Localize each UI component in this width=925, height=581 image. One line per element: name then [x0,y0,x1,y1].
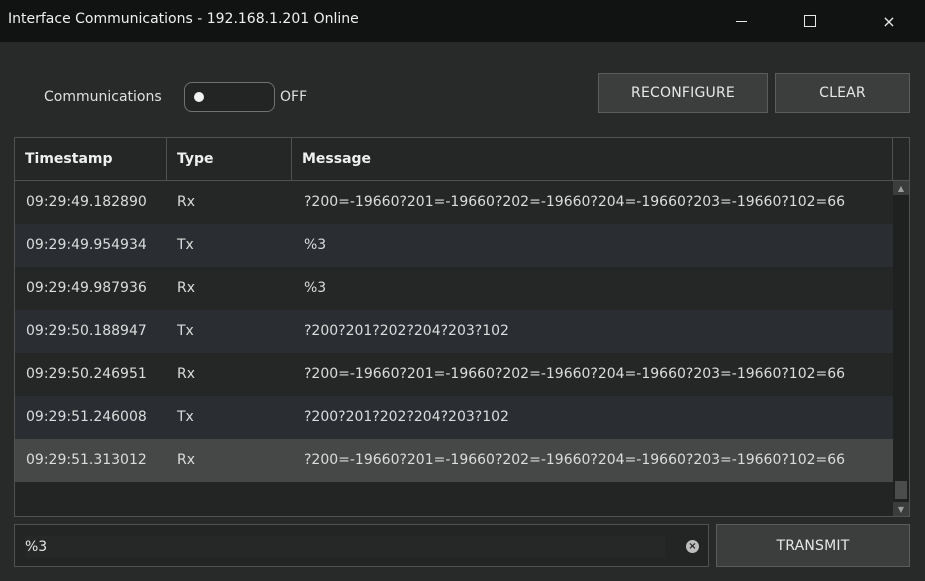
scrollbar-thumb[interactable] [895,481,907,499]
title-bar: Interface Communications - 192.168.1.201… [0,0,925,42]
header-corner [893,138,909,181]
vertical-scrollbar[interactable]: ▲ ▼ [893,181,909,516]
message-cell: ?200?201?202?204?203?102 [304,409,509,425]
table-body: 09:29:49.182890 Rx ?200=-19660?201=-1966… [15,181,893,482]
type-cell: Rx [177,452,196,468]
message-cell: ?200?201?202?204?203?102 [304,323,509,339]
timestamp-cell: 09:29:49.182890 [26,194,147,210]
communications-label: Communications [44,89,162,105]
message-cell: ?200=-19660?201=-19660?202=-19660?204=-1… [304,366,846,382]
column-header-type[interactable]: Type [166,138,291,180]
table-row[interactable]: 09:29:49.987936 Rx %3 [15,267,893,310]
close-button[interactable]: × [866,0,912,42]
column-header-message[interactable]: Message [291,138,893,180]
message-cell: %3 [304,237,327,253]
type-cell: Tx [177,409,194,425]
timestamp-cell: 09:29:50.246951 [26,366,147,382]
table-row-selected[interactable]: 09:29:51.313012 Rx ?200=-19660?201=-1966… [15,439,893,482]
table-row[interactable]: 09:29:50.188947 Tx ?200?201?202?204?203?… [15,310,893,353]
message-input-container: × [14,524,709,567]
maximize-button[interactable] [787,0,833,42]
table-row[interactable]: 09:29:49.182890 Rx ?200=-19660?201=-1966… [15,181,893,224]
minimize-icon [735,20,747,22]
type-cell: Rx [177,280,196,296]
clear-input-icon[interactable]: × [686,540,699,553]
column-header-timestamp[interactable]: Timestamp [15,138,166,180]
type-cell: Tx [177,237,194,253]
table-row[interactable]: 09:29:50.246951 Rx ?200=-19660?201=-1966… [15,353,893,396]
type-cell: Tx [177,323,194,339]
timestamp-cell: 09:29:49.987936 [26,280,147,296]
timestamp-cell: 09:29:49.954934 [26,237,147,253]
toggle-state-label: OFF [280,89,308,105]
type-cell: Rx [177,366,196,382]
close-icon: × [882,11,896,31]
message-cell: ?200=-19660?201=-19660?202=-19660?204=-1… [304,194,846,210]
table-header: Timestamp Type Message [15,138,893,181]
timestamp-cell: 09:29:50.188947 [26,323,147,339]
message-input[interactable] [25,536,665,558]
reconfigure-button[interactable]: RECONFIGURE [598,73,768,113]
clear-button[interactable]: CLEAR [775,73,910,113]
window-title: Interface Communications - 192.168.1.201… [8,11,359,27]
message-log-table: Timestamp Type Message 09:29:49.182890 R… [14,137,910,517]
type-cell: Rx [177,194,196,210]
transmit-button[interactable]: TRANSMIT [716,524,910,567]
message-cell: ?200=-19660?201=-19660?202=-19660?204=-1… [304,452,846,468]
communications-toggle[interactable] [184,82,275,112]
minimize-button[interactable] [718,0,764,42]
scroll-down-arrow-icon[interactable]: ▼ [893,502,909,516]
timestamp-cell: 09:29:51.246008 [26,409,147,425]
scroll-up-arrow-icon[interactable]: ▲ [893,181,909,195]
message-cell: %3 [304,280,327,296]
toggle-knob [194,92,204,102]
table-row[interactable]: 09:29:49.954934 Tx %3 [15,224,893,267]
timestamp-cell: 09:29:51.313012 [26,452,147,468]
table-row[interactable]: 09:29:51.246008 Tx ?200?201?202?204?203?… [15,396,893,439]
maximize-icon [804,15,816,27]
